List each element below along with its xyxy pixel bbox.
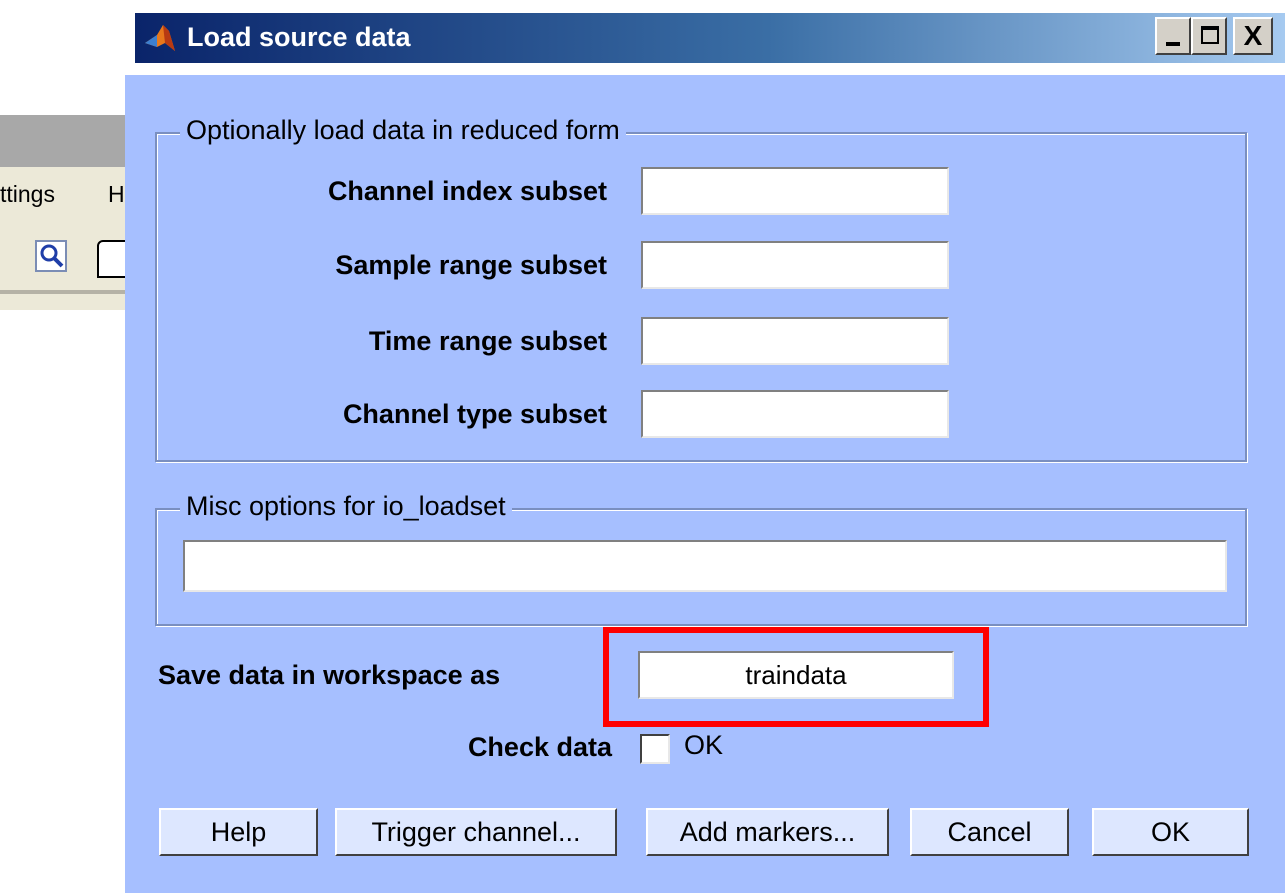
- ok-button[interactable]: OK: [1092, 808, 1249, 856]
- dialog-titlebar: Load source data X: [125, 0, 1285, 75]
- reduced-form-legend: Optionally load data in reduced form: [180, 114, 626, 146]
- trigger-channel-button[interactable]: Trigger channel...: [335, 808, 617, 856]
- check-data-checkbox[interactable]: [640, 734, 670, 764]
- background-window-titlebar: [0, 115, 135, 167]
- misc-options-input[interactable]: [183, 540, 1227, 592]
- menu-help[interactable]: H: [108, 181, 125, 208]
- save-as-label: Save data in workspace as: [158, 660, 501, 690]
- cancel-button[interactable]: Cancel: [910, 808, 1069, 856]
- close-icon: X: [1243, 20, 1263, 51]
- check-data-ok-label: OK: [684, 730, 724, 760]
- add-markers-button[interactable]: Add markers...: [646, 808, 889, 856]
- background-window: [0, 115, 135, 310]
- close-button[interactable]: X: [1233, 17, 1273, 55]
- help-button[interactable]: Help: [159, 808, 318, 856]
- maximize-icon: [1201, 26, 1219, 44]
- channel-index-input[interactable]: [641, 167, 949, 215]
- sample-range-input[interactable]: [641, 241, 949, 289]
- time-range-input[interactable]: [641, 317, 949, 365]
- check-data-label: Check data: [467, 732, 612, 762]
- highlight-box: [603, 627, 989, 727]
- channel-index-label: Channel index subset: [327, 176, 607, 206]
- channel-type-input[interactable]: [641, 390, 949, 438]
- minimize-button[interactable]: [1155, 17, 1191, 55]
- maximize-button[interactable]: [1191, 17, 1227, 55]
- sample-range-label: Sample range subset: [335, 250, 607, 280]
- toolbar-separator: [0, 290, 135, 294]
- time-range-label: Time range subset: [368, 326, 607, 356]
- zoom-icon[interactable]: [35, 240, 67, 272]
- minimize-icon: [1166, 42, 1180, 46]
- menu-settings[interactable]: ttings: [0, 181, 55, 208]
- dialog-title: Load source data: [187, 22, 411, 52]
- channel-type-label: Channel type subset: [342, 399, 607, 429]
- matlab-logo-icon: [145, 25, 175, 51]
- misc-options-legend: Misc options for io_loadset: [180, 490, 512, 522]
